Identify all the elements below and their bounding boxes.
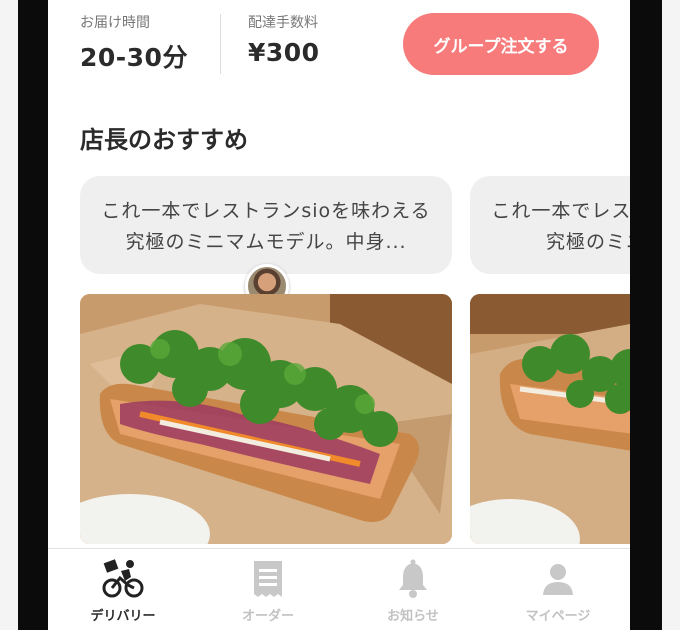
tab-notifications[interactable]: お知らせ — [353, 557, 473, 627]
info-divider — [220, 14, 221, 74]
tab-order[interactable]: オーダー — [208, 557, 328, 627]
recommendation-description: これ一本でレストランsioを味わえる究極のミニマムモデル。 — [470, 176, 630, 274]
delivery-fee-label: 配達手数料 — [248, 15, 318, 31]
sandwich-photo — [80, 294, 452, 544]
bell-icon — [399, 559, 427, 598]
bicycle-delivery-icon — [102, 559, 144, 598]
delivery-fee-value: ¥300 — [248, 38, 320, 67]
tab-label: お知らせ — [387, 609, 439, 624]
delivery-fee: 配達手数料 ¥300 — [248, 12, 320, 67]
recommendation-card[interactable]: これ一本でレストランsioを味わえる究極のミニマムモデル。 — [470, 176, 630, 544]
delivery-time: お届け時間 20-30分 — [80, 12, 188, 74]
tab-label: オーダー — [241, 609, 294, 624]
tab-mypage[interactable]: マイページ — [498, 557, 618, 627]
store-info-row: お届け時間 20-30分 配達手数料 ¥300 グループ注文する — [80, 12, 610, 82]
recommendation-description: これ一本でレストランsioを味わえる究極のミニマムモデル。中身... — [80, 176, 452, 274]
receipt-icon — [254, 561, 282, 597]
delivery-time-value: 20-30分 — [80, 43, 188, 72]
delivery-time-label: お届け時間 — [80, 15, 150, 31]
sandwich-photo — [470, 294, 630, 544]
person-icon — [543, 564, 573, 595]
recommendation-card[interactable]: これ一本でレストランsioを味わえる究極のミニマムモデル。中身... — [80, 176, 452, 544]
section-title: 店長のおすすめ — [80, 126, 248, 154]
group-order-button[interactable]: グループ注文する — [403, 13, 599, 75]
tab-label: マイページ — [525, 609, 591, 624]
device-bezel-left — [0, 0, 48, 630]
app-screen: お届け時間 20-30分 配達手数料 ¥300 グループ注文する 店長のおすすめ… — [48, 0, 630, 630]
bottom-tab-bar: デリバリー オーダー お知らせ マイページ — [48, 548, 630, 630]
tab-delivery[interactable]: デリバリー — [63, 557, 183, 627]
device-bezel-edge — [662, 0, 680, 630]
tab-label: デリバリー — [90, 609, 156, 624]
